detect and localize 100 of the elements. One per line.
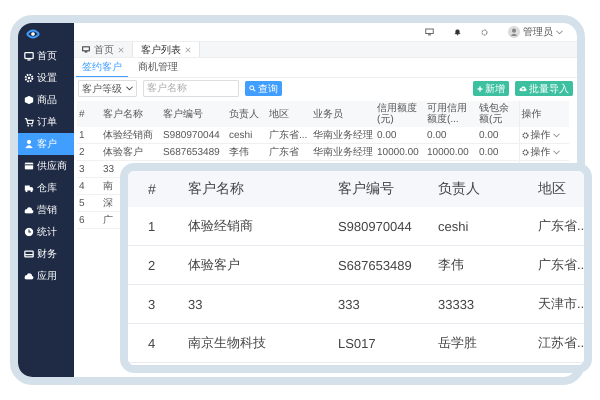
table-cell: S687653489 <box>338 258 412 272</box>
truck-icon <box>24 183 34 193</box>
monitor-icon <box>82 46 90 53</box>
bell-icon[interactable] <box>454 28 461 36</box>
sidebar-item[interactable]: 财务 <box>18 243 74 265</box>
table-cell: 体验客户 <box>188 257 240 272</box>
table-cell: 李伟 <box>227 144 267 160</box>
sidebar-item[interactable]: 首页 <box>18 45 74 67</box>
table-cell: 体验经销商 <box>101 127 161 144</box>
column-header: 钱包余额(元 <box>477 101 519 127</box>
table-cell: 岳学胜 <box>438 335 477 350</box>
cloud-icon <box>24 205 34 215</box>
column-header: 业务员 <box>311 101 375 127</box>
cloud-upload-icon <box>519 85 527 92</box>
cube-icon <box>24 95 34 105</box>
column-header: 负责人 <box>438 180 480 196</box>
table-cell: 6 <box>77 212 101 228</box>
gear-icon <box>24 73 34 83</box>
table-cell: 2 <box>77 144 101 160</box>
avatar-icon[interactable] <box>508 26 520 38</box>
column-header: 地区 <box>538 180 566 196</box>
table-cell: ceshi <box>438 218 468 234</box>
table-cell: 天津市... <box>538 296 584 311</box>
cart-icon <box>24 117 34 127</box>
search-icon <box>249 85 256 92</box>
table-cell: ceshi <box>227 127 267 144</box>
chevron-down-icon <box>126 86 133 91</box>
plus-icon <box>477 86 483 92</box>
column-header: # <box>77 101 101 127</box>
table-cell: 4 <box>148 336 156 350</box>
user-name[interactable]: 管理员 <box>523 25 553 39</box>
chevron-down-icon <box>552 150 560 154</box>
name-field[interactable]: 客户名称 <box>143 80 239 97</box>
sidebar-item[interactable]: 营销 <box>18 199 74 221</box>
chevron-down-icon <box>556 30 563 34</box>
clock-icon <box>24 227 34 237</box>
table-cell: 华南业务经理 <box>311 127 375 144</box>
monitor-icon <box>24 51 34 61</box>
table-cell: 广东省 <box>267 144 311 160</box>
column-header: # <box>148 181 156 197</box>
table-cell: S980970044 <box>338 218 412 234</box>
table-cell: S980970044 <box>161 127 227 144</box>
table-cell: 江苏省... <box>538 335 584 350</box>
cloud-icon <box>24 271 34 281</box>
sidebar-item[interactable]: 商品 <box>18 89 74 111</box>
table-cell: 333 <box>338 296 360 312</box>
table-cell: 33 <box>188 296 202 312</box>
table-cell: 体验客户 <box>101 144 161 160</box>
table-cell: 3 <box>148 296 156 312</box>
column-header: 可用信用额度(... <box>425 101 477 127</box>
table-cell: 2 <box>148 258 156 272</box>
sidebar-item[interactable]: 仓库 <box>18 177 74 199</box>
chevron-down-icon <box>552 132 560 138</box>
table-cell: 广东省... <box>267 127 311 144</box>
table-cell: 广东省... <box>538 218 584 233</box>
table-cell: 体验经销商 <box>188 218 253 233</box>
table-cell: 南京生物科技 <box>188 335 266 350</box>
column-header: 客户名称 <box>188 180 244 196</box>
sidebar-item[interactable]: 应用 <box>18 265 74 287</box>
card-icon <box>24 161 34 171</box>
table-cell: S687653489 <box>161 144 227 160</box>
close-icon[interactable] <box>118 46 124 52</box>
table-cell: 0.00 <box>375 127 425 144</box>
sidebar-item[interactable]: 统计 <box>18 221 74 243</box>
refresh-icon[interactable] <box>481 28 488 36</box>
table-cell: 5 <box>77 194 101 212</box>
column-header: 负责人 <box>227 101 267 127</box>
table-cell: LS017 <box>338 336 376 350</box>
column-header: 地区 <box>267 101 311 127</box>
table-cell: 0.00 <box>477 127 519 144</box>
column-header: 信用额度(元) <box>375 101 425 127</box>
monitor-icon[interactable] <box>425 28 434 36</box>
column-header: 操作 <box>519 101 569 127</box>
sidebar-item[interactable]: 设置 <box>18 67 74 89</box>
subtab[interactable]: 商机管理 <box>132 58 184 77</box>
logo-icon <box>26 29 40 39</box>
close-icon[interactable] <box>185 46 191 52</box>
table-cell: 10000.00 <box>375 144 425 160</box>
gear-icon <box>522 132 528 138</box>
sidebar-item[interactable]: 供应商 <box>18 155 74 177</box>
column-header: 客户编号 <box>161 101 227 127</box>
wallet-icon <box>24 249 34 259</box>
table-cell: 33333 <box>438 296 474 312</box>
operation-menu[interactable]: 操作 <box>522 145 560 159</box>
column-header: 客户编号 <box>338 180 394 196</box>
operation-menu[interactable]: 操作 <box>522 128 560 142</box>
table-cell: 0.00 <box>477 144 519 160</box>
level-select[interactable]: 客户等级 <box>78 80 137 97</box>
table-cell: 10000.00 <box>425 144 477 160</box>
column-header: 客户名称 <box>101 101 161 127</box>
tab[interactable]: 客户列表 <box>133 42 200 57</box>
person-icon <box>24 139 34 149</box>
table-cell: 4 <box>77 178 101 194</box>
sidebar-item[interactable]: 订单 <box>18 111 74 133</box>
table-cell: 广东省... <box>538 257 584 272</box>
table-cell: 1 <box>77 127 101 144</box>
gear-icon <box>522 148 528 156</box>
table-cell: 李伟 <box>438 257 464 272</box>
table-cell: 华南业务经理 <box>311 144 375 160</box>
table-cell: 0.00 <box>425 127 477 144</box>
